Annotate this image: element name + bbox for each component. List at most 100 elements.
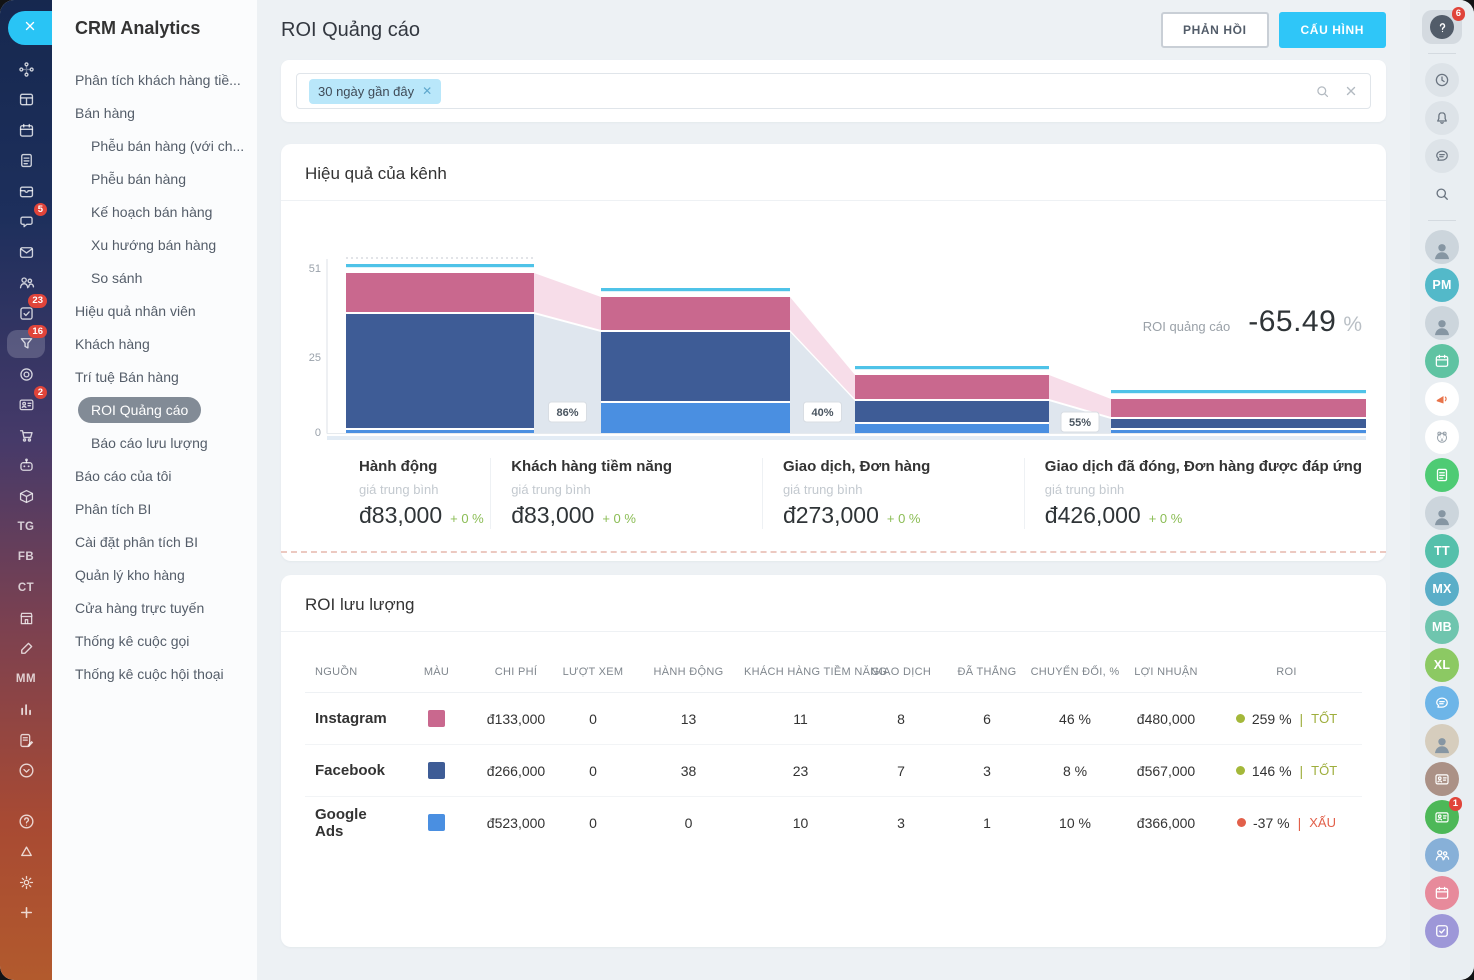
menu-item-9[interactable]: Trí tuệ Bán hàng	[52, 360, 257, 393]
rail-automation-icon[interactable]	[0, 451, 52, 482]
menu-title: CRM Analytics	[52, 18, 257, 63]
menu-item-2[interactable]: Phễu bán hàng (với ch...	[52, 129, 257, 162]
rail-updates-icon[interactable]	[0, 837, 52, 868]
menu-item-15[interactable]: Quản lý kho hàng	[52, 558, 257, 591]
rail-mail-icon[interactable]	[0, 237, 52, 268]
menu-item-4[interactable]: Kế hoạch bán hàng	[52, 195, 257, 228]
rail-contact-center[interactable]: CT	[0, 573, 52, 604]
row-cell-7: đ567,000	[1121, 745, 1211, 797]
rr-avatar-3[interactable]	[1425, 496, 1459, 530]
rr-chat-xl[interactable]: XL	[1425, 648, 1459, 682]
stat-value: đ273,000+ 0 %	[783, 502, 1024, 529]
close-menu-button[interactable]	[8, 11, 52, 45]
rr-calendar-chat[interactable]	[1425, 344, 1459, 378]
roi-summary: ROI quảng cáo -65.49 %	[1143, 305, 1362, 339]
rail-documents-icon[interactable]	[0, 146, 52, 177]
main-header: ROI Quảng cáo PHẢN HỒI CẤU HÌNH	[281, 0, 1386, 60]
menu-item-10[interactable]: ROI Quảng cáo	[52, 393, 257, 426]
rail-facebook[interactable]: FB	[0, 542, 52, 573]
filter-tag[interactable]: 30 ngày gần đây ✕	[309, 79, 441, 104]
rr-support-chat[interactable]	[1425, 686, 1459, 720]
rail-storage-icon[interactable]	[0, 176, 52, 207]
row-source[interactable]: Facebook	[305, 745, 394, 797]
column-header: LỢI NHUẬN	[1121, 666, 1211, 693]
clear-filter-icon[interactable]	[1344, 84, 1358, 98]
rail-collapse-icon[interactable]	[0, 756, 52, 787]
menu-item-6[interactable]: So sánh	[52, 261, 257, 294]
badge: 23	[28, 294, 47, 308]
filter-search-input[interactable]: 30 ngày gần đây ✕	[296, 73, 1371, 109]
rr-chat-tt[interactable]: TT	[1425, 534, 1459, 568]
rail-online-store-icon[interactable]	[0, 603, 52, 634]
menu-item-17[interactable]: Thống kê cuộc gọi	[52, 624, 257, 657]
rail-sign-icon[interactable]	[0, 634, 52, 665]
rr-bear-chat[interactable]	[1425, 420, 1459, 454]
rr-history[interactable]	[1425, 63, 1459, 97]
rail-analytics-icon[interactable]	[0, 695, 52, 726]
rr-search[interactable]	[1425, 177, 1459, 211]
menu-item-11[interactable]: Báo cáo lưu lượng	[52, 426, 257, 459]
feedback-button[interactable]: PHẢN HỒI	[1161, 12, 1268, 48]
rail-help-icon[interactable]	[0, 806, 52, 837]
rail-sales-icon[interactable]	[0, 420, 52, 451]
row-source[interactable]: Google Ads	[305, 797, 394, 848]
channel-performance-card: Hiệu quả của kênh ROI quảng cáo -65.49 %…	[281, 144, 1386, 561]
filter-card: 30 ngày gần đây ✕	[281, 60, 1386, 122]
rr-tasks-purple[interactable]	[1425, 914, 1459, 948]
rail-telegram[interactable]: TG	[0, 512, 52, 543]
rr-chat-pm[interactable]: PM	[1425, 268, 1459, 302]
rail-apps-icon[interactable]	[0, 54, 52, 85]
menu-item-18[interactable]: Thống kê cuộc hội thoại	[52, 657, 257, 690]
menu-item-1[interactable]: Bán hàng	[52, 96, 257, 129]
rail-inventory-icon[interactable]	[0, 481, 52, 512]
menu-item-16[interactable]: Cửa hàng trực tuyến	[52, 591, 257, 624]
rr-contacts-brown[interactable]	[1425, 762, 1459, 796]
menu-item-13[interactable]: Phân tích BI	[52, 492, 257, 525]
menu-item-5[interactable]: Xu hướng bán hàng	[52, 228, 257, 261]
rail-tasks-icon[interactable]: 23	[0, 298, 52, 329]
stat-delta: + 0 %	[450, 511, 484, 526]
rr-groups[interactable]	[1425, 838, 1459, 872]
rr-group-chat[interactable]	[1425, 724, 1459, 758]
menu-item-12[interactable]: Báo cáo của tôi	[52, 459, 257, 492]
row-color	[394, 693, 479, 745]
menu-item-7[interactable]: Hiệu quả nhân viên	[52, 294, 257, 327]
rail-kanban-board-icon[interactable]	[0, 85, 52, 116]
rail-chat-icon[interactable]: 5	[0, 207, 52, 238]
source-color-swatch	[428, 710, 445, 727]
rr-avatar-2[interactable]	[1425, 306, 1459, 340]
rail-marketing-icon[interactable]	[0, 359, 52, 390]
row-cell-1: 0	[553, 693, 633, 745]
rail-mm[interactable]: MM	[0, 664, 52, 695]
rail-calendar-icon[interactable]	[0, 115, 52, 146]
rr-notifications[interactable]	[1425, 101, 1459, 135]
row-source[interactable]: Instagram	[305, 693, 394, 745]
page-title: ROI Quảng cáo	[281, 19, 420, 42]
dashed-divider	[281, 551, 1386, 561]
menu-item-14[interactable]: Cài đặt phân tích BI	[52, 525, 257, 558]
rr-messenger[interactable]	[1425, 139, 1459, 173]
row-cell-3: 11	[744, 693, 857, 745]
rr-avatar-1[interactable]	[1425, 230, 1459, 264]
filter-tag-remove-icon[interactable]: ✕	[422, 84, 432, 98]
configure-button[interactable]: CẤU HÌNH	[1279, 12, 1386, 48]
menu-item-3[interactable]: Phễu bán hàng	[52, 162, 257, 195]
rail-employees-icon[interactable]	[0, 268, 52, 299]
stage-stat-3: Giao dịch đã đóng, Đơn hàng được đáp ứng…	[1024, 458, 1362, 529]
rail-settings-icon[interactable]	[0, 867, 52, 898]
search-icon[interactable]	[1314, 83, 1331, 100]
stat-caption: giá trung bình	[359, 482, 490, 497]
menu-item-8[interactable]: Khách hàng	[52, 327, 257, 360]
rr-help[interactable]: 6	[1422, 10, 1462, 44]
rr-calendar-pink[interactable]	[1425, 876, 1459, 910]
menu-item-0[interactable]: Phân tích khách hàng tiề...	[52, 63, 257, 96]
rail-contacts-icon[interactable]: 2	[0, 390, 52, 421]
rail-crm-icon[interactable]: 16	[0, 329, 52, 360]
rr-chat-mx[interactable]: MX	[1425, 572, 1459, 606]
rr-notes-chat[interactable]	[1425, 458, 1459, 492]
rr-chat-mb[interactable]: MB	[1425, 610, 1459, 644]
rail-doc-edit-icon[interactable]	[0, 725, 52, 756]
rr-marketing-chat[interactable]	[1425, 382, 1459, 416]
rr-contacts-green[interactable]: 1	[1425, 800, 1459, 834]
rail-add-icon[interactable]	[0, 898, 52, 929]
